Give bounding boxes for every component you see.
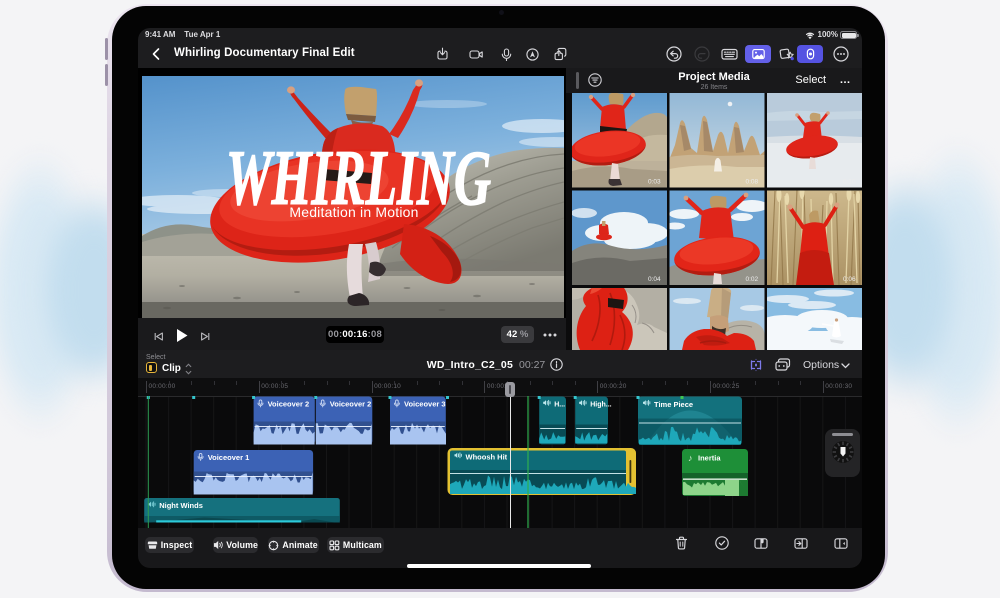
svg-text:Inertia: Inertia	[698, 454, 721, 463]
svg-text:0:06: 0:06	[843, 276, 856, 283]
svg-text:0:04: 0:04	[648, 276, 661, 283]
svg-text:Time Piece: Time Piece	[654, 400, 693, 409]
svg-text:Whoosh Hit: Whoosh Hit	[466, 453, 508, 462]
svg-text:♪: ♪	[688, 453, 693, 463]
svg-text:0:02: 0:02	[746, 276, 759, 283]
svg-text:Night Winds: Night Winds	[159, 501, 203, 510]
svg-text:H...: H...	[554, 402, 565, 409]
svg-text:Voiceover 2: Voiceover 2	[330, 400, 372, 409]
svg-text:0:03: 0:03	[648, 179, 661, 186]
svg-text:Meditation in Motion: Meditation in Motion	[289, 204, 418, 220]
svg-text:Voiceover 3: Voiceover 3	[404, 400, 446, 409]
svg-text:Voiceover 2: Voiceover 2	[268, 400, 310, 409]
svg-text:High...: High...	[590, 402, 611, 409]
svg-text:0:08: 0:08	[746, 179, 759, 186]
svg-text:Voiceover 1: Voiceover 1	[208, 453, 250, 462]
svg-text:0:10: 0:10	[843, 179, 856, 186]
